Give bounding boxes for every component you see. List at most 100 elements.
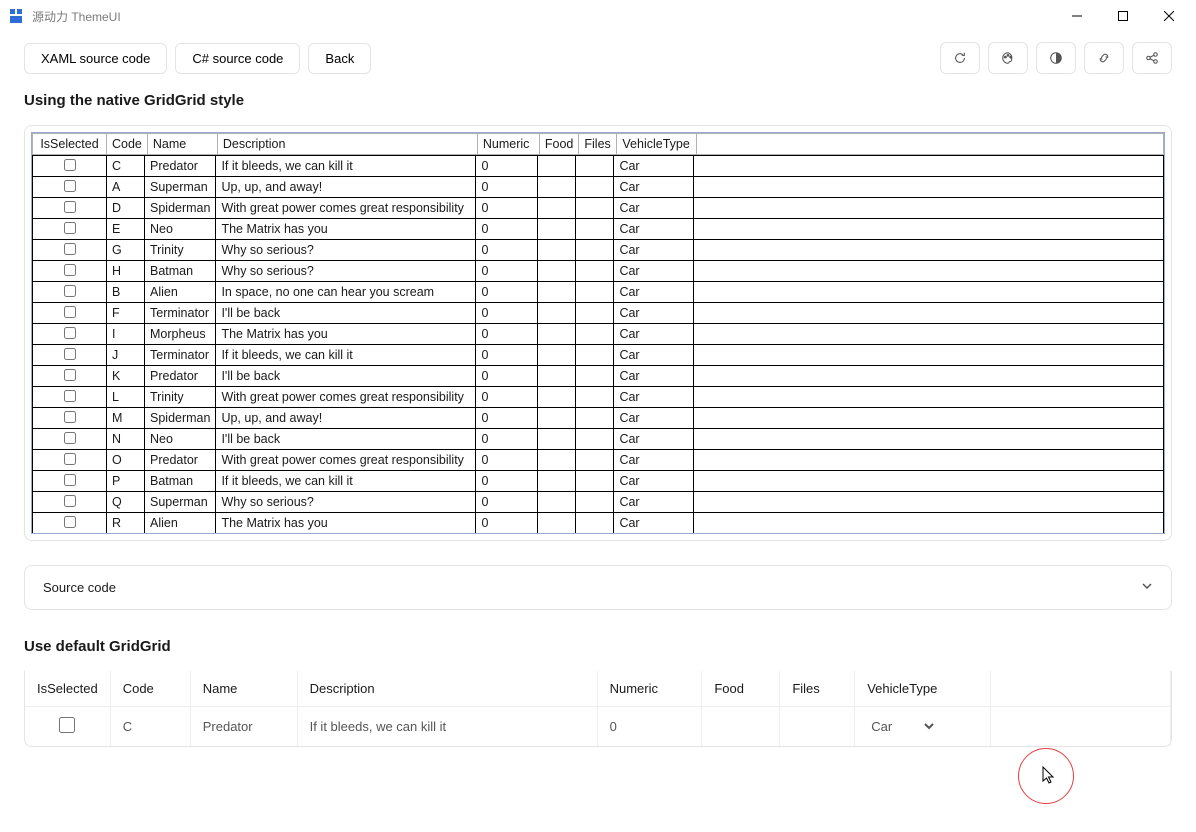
- row-checkbox[interactable]: [64, 474, 76, 486]
- cell: Predator: [145, 366, 216, 387]
- cell: [576, 471, 614, 492]
- source-code-expander[interactable]: Source code: [24, 565, 1172, 610]
- row-checkbox[interactable]: [64, 495, 76, 507]
- column-header[interactable]: Food: [539, 134, 579, 155]
- table-row[interactable]: MSpidermanUp, up, and away!0Car: [33, 408, 1164, 429]
- minimize-button[interactable]: [1054, 0, 1100, 32]
- cell-vehicletype[interactable]: Car: [855, 707, 991, 747]
- row-checkbox[interactable]: [64, 432, 76, 444]
- column-header[interactable]: Description: [217, 134, 477, 155]
- vehicletype-select[interactable]: Car: [867, 718, 937, 735]
- column-header-filler: [991, 671, 1171, 707]
- cell: Terminator: [145, 345, 216, 366]
- column-header[interactable]: Food: [702, 671, 780, 707]
- table-row[interactable]: CPredatorIf it bleeds, we can kill it0Ca…: [33, 156, 1164, 177]
- column-header[interactable]: Numeric: [477, 134, 539, 155]
- refresh-icon[interactable]: [940, 42, 980, 74]
- cell: [576, 450, 614, 471]
- column-header[interactable]: Files: [579, 134, 617, 155]
- table-row[interactable]: HBatmanWhy so serious?0Car: [33, 261, 1164, 282]
- table-row[interactable]: PBatmanIf it bleeds, we can kill it0Car: [33, 471, 1164, 492]
- row-checkbox[interactable]: [64, 285, 76, 297]
- column-header[interactable]: Files: [780, 671, 855, 707]
- column-header[interactable]: IsSelected: [33, 134, 107, 155]
- table-row[interactable]: JTerminatorIf it bleeds, we can kill it0…: [33, 345, 1164, 366]
- cell: Car: [614, 345, 694, 366]
- cell: [694, 177, 1164, 198]
- cell: [694, 303, 1164, 324]
- cell: Batman: [145, 471, 216, 492]
- back-button[interactable]: Back: [308, 43, 371, 74]
- cell: 0: [476, 198, 538, 219]
- column-header[interactable]: VehicleType: [855, 671, 991, 707]
- cell: [694, 366, 1164, 387]
- cell: [538, 429, 576, 450]
- cs-source-button[interactable]: C# source code: [175, 43, 300, 74]
- cell: With great power comes great responsibil…: [216, 198, 476, 219]
- palette-icon[interactable]: [988, 42, 1028, 74]
- table-row[interactable]: NNeoI'll be back0Car: [33, 429, 1164, 450]
- column-header[interactable]: Code: [107, 134, 148, 155]
- row-checkbox[interactable]: [64, 159, 76, 171]
- titlebar: 源动力 ThemeUI: [0, 0, 1196, 32]
- close-button[interactable]: [1146, 0, 1192, 32]
- contrast-icon[interactable]: [1036, 42, 1076, 74]
- table-row[interactable]: LTrinityWith great power comes great res…: [33, 387, 1164, 408]
- row-checkbox[interactable]: [64, 180, 76, 192]
- table-row[interactable]: IMorpheusThe Matrix has you0Car: [33, 324, 1164, 345]
- cell: The Matrix has you: [216, 324, 476, 345]
- column-header[interactable]: IsSelected: [25, 671, 110, 707]
- main-content: Using the native GridGrid style IsSelect…: [0, 92, 1196, 832]
- row-checkbox[interactable]: [64, 348, 76, 360]
- cell: [538, 282, 576, 303]
- table-row[interactable]: KPredatorI'll be back0Car: [33, 366, 1164, 387]
- table-row[interactable]: C Predator If it bleeds, we can kill it …: [25, 707, 1171, 747]
- table-row[interactable]: ASupermanUp, up, and away!0Car: [33, 177, 1164, 198]
- cell-code: C: [110, 707, 190, 747]
- link-icon[interactable]: [1084, 42, 1124, 74]
- row-checkbox[interactable]: [64, 243, 76, 255]
- column-header[interactable]: VehicleType: [617, 134, 697, 155]
- cell: 0: [476, 450, 538, 471]
- table-row[interactable]: QSupermanWhy so serious?0Car: [33, 492, 1164, 513]
- cell: [33, 156, 107, 177]
- table-row[interactable]: GTrinityWhy so serious?0Car: [33, 240, 1164, 261]
- row-checkbox[interactable]: [64, 264, 76, 276]
- table-row[interactable]: RAlienThe Matrix has you0Car: [33, 513, 1164, 534]
- maximize-button[interactable]: [1100, 0, 1146, 32]
- cell: [33, 387, 107, 408]
- default-grid[interactable]: IsSelectedCodeNameDescriptionNumericFood…: [25, 671, 1171, 746]
- cell: 0: [476, 492, 538, 513]
- window-controls: [1054, 0, 1192, 32]
- cell: A: [107, 177, 145, 198]
- row-checkbox[interactable]: [64, 306, 76, 318]
- row-checkbox[interactable]: [64, 201, 76, 213]
- column-header[interactable]: Code: [110, 671, 190, 707]
- row-checkbox[interactable]: [59, 717, 75, 733]
- table-row[interactable]: ENeoThe Matrix has you0Car: [33, 219, 1164, 240]
- toolbar: XAML source code C# source code Back: [0, 32, 1196, 92]
- column-header[interactable]: Description: [297, 671, 597, 707]
- table-row[interactable]: BAlienIn space, no one can hear you scre…: [33, 282, 1164, 303]
- table-row[interactable]: OPredatorWith great power comes great re…: [33, 450, 1164, 471]
- row-checkbox[interactable]: [64, 453, 76, 465]
- cell: E: [107, 219, 145, 240]
- native-grid[interactable]: IsSelectedCodeNameDescriptionNumericFood…: [31, 132, 1165, 534]
- row-checkbox[interactable]: [64, 516, 76, 528]
- row-checkbox[interactable]: [64, 390, 76, 402]
- share-icon[interactable]: [1132, 42, 1172, 74]
- row-checkbox[interactable]: [64, 327, 76, 339]
- row-checkbox[interactable]: [64, 411, 76, 423]
- column-header[interactable]: Name: [147, 134, 217, 155]
- row-checkbox[interactable]: [64, 369, 76, 381]
- xaml-source-button[interactable]: XAML source code: [24, 43, 167, 74]
- column-header[interactable]: Name: [190, 671, 297, 707]
- column-header[interactable]: Numeric: [597, 671, 702, 707]
- cell: [538, 345, 576, 366]
- table-row[interactable]: DSpidermanWith great power comes great r…: [33, 198, 1164, 219]
- table-row[interactable]: FTerminatorI'll be back0Car: [33, 303, 1164, 324]
- row-checkbox[interactable]: [64, 222, 76, 234]
- cell: [33, 366, 107, 387]
- cell: 0: [476, 219, 538, 240]
- cell: Car: [614, 408, 694, 429]
